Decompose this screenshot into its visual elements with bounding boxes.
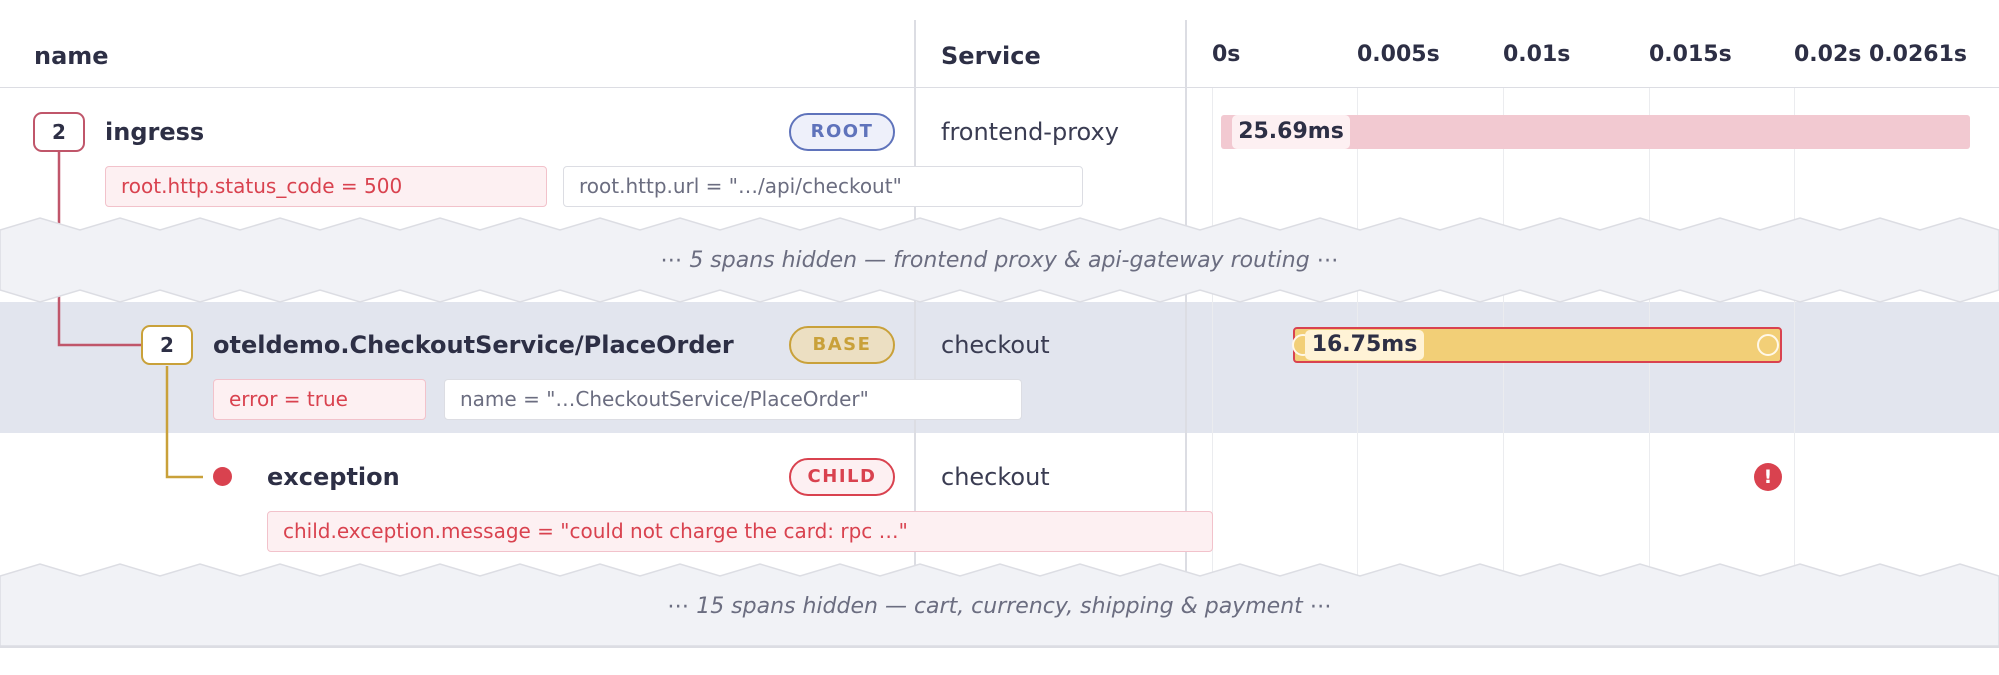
root-span-name[interactable]: ingress bbox=[105, 118, 204, 146]
root-service-name: frontend-proxy bbox=[941, 118, 1119, 146]
root-role-badge: ROOT bbox=[789, 113, 895, 151]
child-role-badge: CHILD bbox=[789, 458, 895, 496]
root-duration-label: 25.69ms bbox=[1232, 115, 1350, 149]
child-service-name: checkout bbox=[941, 463, 1050, 491]
root-child-count-badge[interactable]: 2 bbox=[33, 112, 85, 152]
root-attribute-status-code[interactable]: root.http.status_code = 500 bbox=[105, 166, 547, 207]
base-role-badge: BASE bbox=[789, 326, 895, 364]
hidden-spans-summary-2[interactable]: ⋯ 15 spans hidden — cart, currency, ship… bbox=[0, 594, 1999, 619]
base-service-name: checkout bbox=[941, 331, 1050, 359]
base-attribute-error[interactable]: error = true bbox=[213, 379, 426, 420]
base-span-name[interactable]: oteldemo.CheckoutService/PlaceOrder bbox=[213, 331, 734, 359]
table-bottom-border bbox=[0, 646, 1999, 648]
base-attribute-name[interactable]: name = "…CheckoutService/PlaceOrder" bbox=[444, 379, 1022, 420]
hidden-spans-summary-1[interactable]: ⋯ 5 spans hidden — frontend proxy & api-… bbox=[0, 248, 1999, 273]
child-span-name[interactable]: exception bbox=[267, 463, 400, 491]
base-duration-label: 16.75ms bbox=[1305, 330, 1424, 360]
exception-error-icon[interactable]: ! bbox=[1754, 463, 1782, 491]
root-attribute-url[interactable]: root.http.url = "…/api/checkout" bbox=[563, 166, 1083, 207]
child-attribute-exception-message[interactable]: child.exception.message = "could not cha… bbox=[267, 511, 1213, 552]
bar-end-handle-icon[interactable] bbox=[1757, 334, 1779, 356]
base-child-count-badge[interactable]: 2 bbox=[141, 325, 193, 365]
event-dot-icon bbox=[213, 467, 232, 486]
